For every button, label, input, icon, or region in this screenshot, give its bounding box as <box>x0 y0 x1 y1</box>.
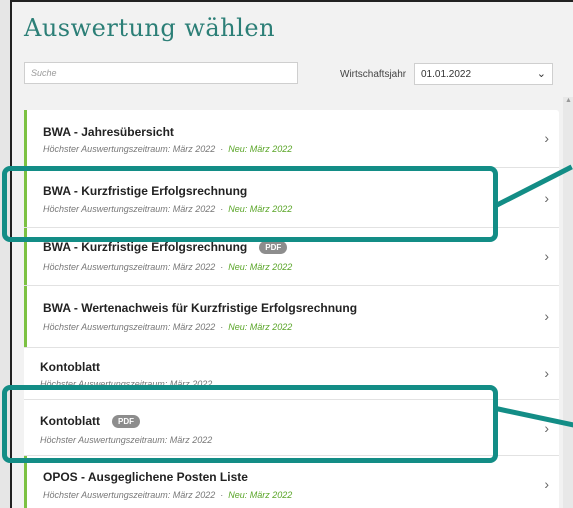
chevron-right-icon: › <box>544 476 549 492</box>
item-subtitle: Höchster Auswertungszeitraum: März 2022 … <box>43 322 293 332</box>
search-input[interactable]: Suche <box>24 62 298 84</box>
highlight-frame-bottom <box>2 385 498 463</box>
chevron-right-icon: › <box>544 130 549 146</box>
scrollbar[interactable]: ▲ <box>563 97 573 508</box>
item-title: OPOS - Ausgeglichene Posten Liste <box>43 470 248 484</box>
status-bar <box>24 286 27 347</box>
chevron-right-icon: › <box>544 248 549 264</box>
item-subtitle: Höchster Auswertungszeitraum: März 2022 … <box>43 490 293 500</box>
item-title: BWA - Kurzfristige Erfolgsrechnung PDF <box>43 240 288 254</box>
new-label: Neu: März 2022 <box>228 322 293 332</box>
chevron-right-icon: › <box>544 308 549 324</box>
new-label: Neu: März 2022 <box>228 490 293 500</box>
chevron-down-icon: ⌄ <box>536 68 546 80</box>
item-subtitle: Höchster Auswertungszeitraum: März 2022 … <box>43 144 293 154</box>
chevron-right-icon: › <box>544 420 549 436</box>
item-subtitle: Höchster Auswertungszeitraum: März 2022 … <box>43 262 293 272</box>
list-item[interactable]: BWA - Jahresübersicht Höchster Auswertun… <box>24 110 559 168</box>
fiscal-year-value: 01.01.2022 <box>421 69 472 80</box>
status-bar <box>24 456 27 508</box>
scroll-up-icon[interactable]: ▲ <box>565 97 572 104</box>
new-label: Neu: März 2022 <box>228 262 293 272</box>
item-title: Kontoblatt <box>40 360 100 374</box>
chevron-right-icon: › <box>544 365 549 381</box>
page-title: Auswertung wählen <box>24 14 276 42</box>
new-label: Neu: März 2022 <box>228 144 293 154</box>
list-item[interactable]: OPOS - Ausgeglichene Posten Liste Höchst… <box>24 456 559 508</box>
list-item[interactable]: BWA - Wertenachweis für Kurzfristige Erf… <box>24 286 559 348</box>
pdf-badge: PDF <box>259 241 288 254</box>
fiscal-year-label: Wirtschaftsjahr <box>340 69 407 80</box>
fiscal-year-select[interactable]: 01.01.2022 ⌄ <box>414 63 553 85</box>
item-title: BWA - Jahresübersicht <box>43 125 174 139</box>
chevron-right-icon: › <box>544 190 549 206</box>
highlight-frame-top <box>2 166 498 242</box>
status-bar <box>24 110 27 167</box>
item-title: BWA - Wertenachweis für Kurzfristige Erf… <box>43 301 358 315</box>
